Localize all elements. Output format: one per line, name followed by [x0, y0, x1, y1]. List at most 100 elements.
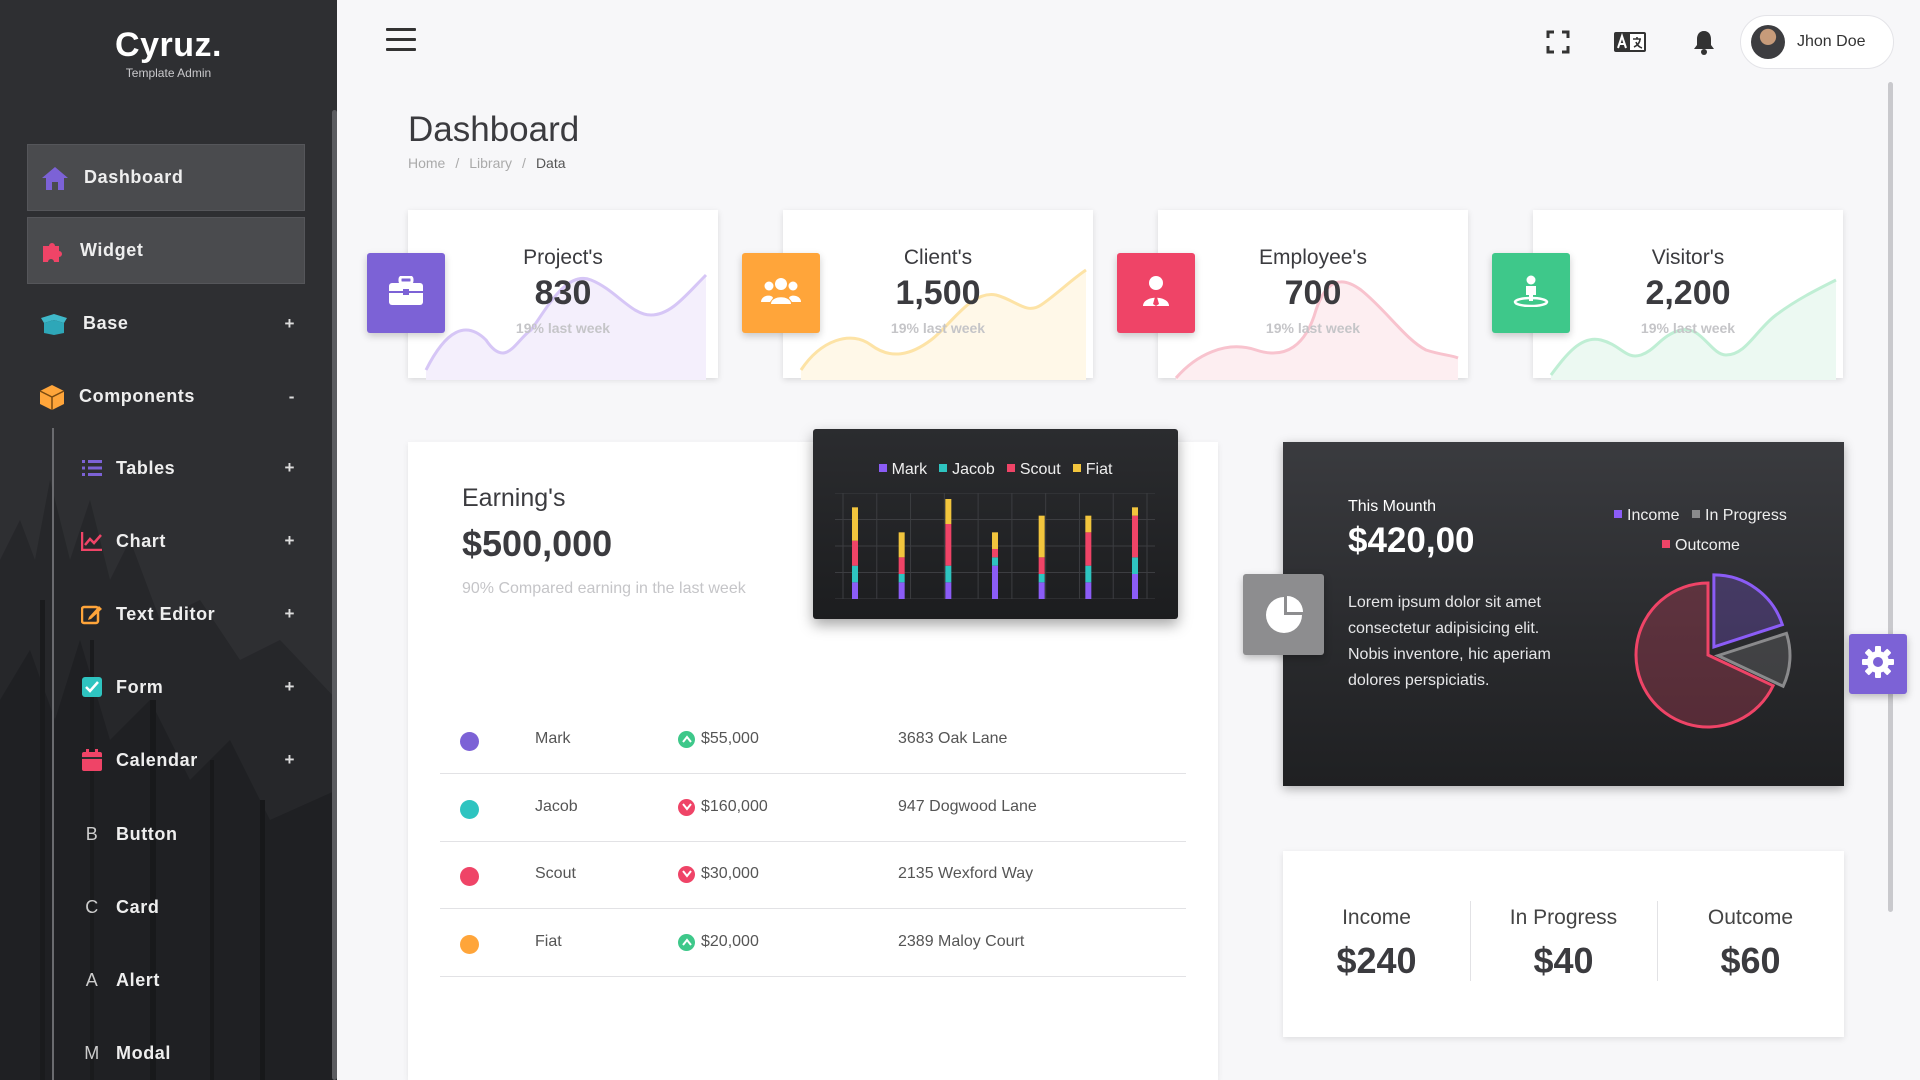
sidebar-item-button[interactable]: B Button — [70, 804, 305, 864]
sidebar-item-form[interactable]: Form + — [70, 657, 305, 717]
brand-logo[interactable]: Cyruz. Template Admin — [0, 26, 337, 80]
bar-segment-jacob[interactable] — [1085, 565, 1092, 583]
expand-toggle[interactable]: + — [284, 750, 295, 770]
stat-badge-visitors — [1492, 253, 1570, 333]
legend-label: Scout — [1019, 461, 1061, 478]
checkbox-icon — [80, 677, 104, 697]
bar-segment-scout[interactable] — [1132, 515, 1138, 558]
summary-outcome: Outcome $60 — [1657, 906, 1844, 982]
expand-toggle[interactable]: + — [284, 604, 295, 624]
stat-note: 19% last week — [515, 320, 611, 336]
breadcrumb-library[interactable]: Library — [469, 155, 512, 171]
stat-note: 19% last week — [1640, 320, 1736, 336]
trend-up-icon — [678, 933, 695, 951]
sidebar-item-label: Button — [116, 823, 178, 844]
sidebar-item-label: Tables — [116, 457, 176, 478]
bar-segment-mark[interactable] — [945, 582, 952, 599]
legend-item-scout[interactable]: Scout — [1006, 461, 1061, 479]
row-name: Scout — [535, 865, 576, 882]
sidebar-item-chart[interactable]: Chart + — [70, 511, 305, 571]
legend-label: Income — [1627, 507, 1680, 524]
table-row[interactable]: Mark $55,000 3683 Oak Lane — [440, 707, 1186, 774]
settings-button[interactable] — [1849, 634, 1907, 694]
pie-legend-outcome[interactable]: Outcome — [1662, 537, 1740, 555]
page-scrollbar[interactable] — [1888, 82, 1893, 912]
table-row[interactable]: Fiat $20,000 2389 Maloy Court — [440, 910, 1186, 977]
bar-segment-scout[interactable] — [945, 524, 952, 566]
bar-segment-scout[interactable] — [852, 540, 858, 566]
sidebar-item-card[interactable]: C Card — [70, 877, 305, 937]
table-row[interactable]: Scout $30,000 2135 Wexford Way — [440, 842, 1186, 909]
sidebar-item-text-editor[interactable]: Text Editor + — [70, 584, 305, 644]
stat-badge-employees — [1117, 253, 1195, 333]
bar-segment-fiat[interactable] — [1038, 515, 1045, 558]
legend-item-fiat[interactable]: Fiat — [1072, 461, 1112, 479]
bar-segment-mark[interactable] — [992, 565, 998, 599]
bar-segment-scout[interactable] — [992, 549, 998, 558]
legend-item-jacob[interactable]: Jacob — [939, 461, 995, 479]
month-value: $420,00 — [1348, 521, 1475, 560]
bar-segment-scout[interactable] — [1038, 557, 1045, 574]
bar-segment-mark[interactable] — [898, 582, 905, 599]
bar-segment-mark[interactable] — [1132, 574, 1138, 599]
sidebar-item-initial: B — [85, 823, 99, 844]
trend-down-icon — [678, 798, 695, 816]
bar-segment-mark[interactable] — [852, 582, 858, 599]
bar-segment-jacob[interactable] — [852, 565, 858, 583]
row-amount: $30,000 — [678, 865, 759, 883]
pie-legend-income[interactable]: Income — [1614, 507, 1679, 525]
sidebar-item-modal[interactable]: M Modal — [70, 1023, 305, 1080]
list-icon — [80, 459, 104, 477]
translate-icon[interactable] — [1614, 26, 1646, 58]
row-amount-value: $55,000 — [701, 730, 759, 747]
bar-segment-fiat[interactable] — [852, 507, 858, 541]
sidebar-item-dashboard[interactable]: Dashboard — [27, 144, 305, 211]
fullscreen-icon[interactable] — [1542, 26, 1574, 58]
table-row[interactable]: Jacob $160,000 947 Dogwood Lane — [440, 775, 1186, 842]
user-menu[interactable]: Jhon Doe — [1740, 15, 1894, 69]
row-amount-value: $30,000 — [701, 865, 759, 882]
bar-segment-jacob[interactable] — [1038, 574, 1045, 583]
bar-segment-fiat[interactable] — [1132, 507, 1138, 516]
collapse-toggle[interactable]: - — [289, 387, 295, 407]
earnings-note: 90% Compared earning in the last week — [462, 580, 746, 597]
expand-toggle[interactable]: + — [284, 314, 295, 334]
bar-segment-scout[interactable] — [1085, 532, 1092, 566]
bar-segment-mark[interactable] — [1085, 582, 1092, 599]
expand-toggle[interactable]: + — [284, 677, 295, 697]
legend-item-mark[interactable]: Mark — [878, 461, 927, 479]
sidebar-item-calendar[interactable]: Calendar + — [70, 730, 305, 790]
bar-segment-fiat[interactable] — [898, 532, 905, 558]
expand-toggle[interactable]: + — [284, 458, 295, 478]
sidebar-item-label: Widget — [80, 240, 144, 260]
summary-card: Income $240 In Progress $40 Outcome $60 — [1283, 851, 1844, 1037]
expand-toggle[interactable]: + — [284, 531, 295, 551]
sidebar-item-components[interactable]: Components - — [27, 363, 305, 430]
sidebar-item-initial: C — [85, 896, 99, 917]
sidebar-item-base[interactable]: Base + — [27, 290, 305, 357]
legend-label: Outcome — [1675, 537, 1740, 554]
bar-segment-jacob[interactable] — [1132, 557, 1138, 574]
edit-icon — [80, 603, 104, 625]
series-color-dot — [460, 935, 479, 954]
sidebar-scrollbar[interactable] — [332, 110, 337, 1080]
bar-segment-jacob[interactable] — [898, 574, 905, 583]
sidebar-item-alert[interactable]: A Alert — [70, 950, 305, 1010]
sidebar-item-tables[interactable]: Tables + — [70, 438, 305, 498]
menu-icon[interactable] — [386, 28, 416, 54]
row-name: Jacob — [535, 798, 578, 815]
brand-name: Cyruz. — [115, 26, 222, 64]
breadcrumb-home[interactable]: Home — [408, 155, 445, 171]
bar-segment-mark[interactable] — [1038, 582, 1045, 599]
breadcrumb-separator: / — [455, 155, 460, 171]
bar-segment-jacob[interactable] — [992, 557, 998, 566]
sidebar-item-widget[interactable]: Widget — [27, 217, 305, 284]
bar-segment-fiat[interactable] — [1085, 515, 1092, 533]
pie-slice-income[interactable] — [1712, 573, 1785, 649]
bar-segment-jacob[interactable] — [945, 565, 952, 583]
pie-legend-in-progress[interactable]: In Progress — [1692, 507, 1787, 525]
bell-icon[interactable] — [1688, 26, 1720, 58]
bar-segment-scout[interactable] — [898, 557, 905, 574]
bar-segment-fiat[interactable] — [945, 499, 952, 524]
bar-segment-fiat[interactable] — [992, 532, 998, 549]
